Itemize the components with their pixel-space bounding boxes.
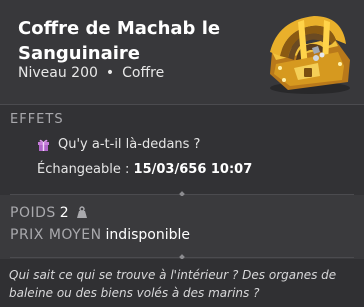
price-value: indisponible	[105, 227, 190, 243]
golden-chest-icon	[270, 16, 350, 94]
item-level: Niveau 200	[18, 65, 98, 81]
item-description: Qui sait ce qui se trouve à l'intérieur …	[9, 268, 337, 300]
weight-icon	[76, 206, 87, 218]
price-row: PRIX MOYEN indisponible	[10, 227, 190, 243]
effect-text: Qu'y a-t-il là-dedans ?	[58, 137, 201, 152]
weight-value: 2	[59, 205, 69, 221]
price-label: PRIX MOYEN	[10, 227, 102, 243]
effects-section: EFFETS Qu'y a-t-il là-dedans ? Échangeab…	[0, 105, 364, 197]
exchange-date: 15/03/656 10:07	[133, 162, 253, 177]
description-section: Qui sait ce qui se trouve à l'intérieur …	[0, 259, 364, 307]
weight-row: POIDS 2	[10, 205, 89, 221]
tooltip-header: Coffre de Machab le Sanguinaire Niveau 2…	[0, 0, 364, 105]
item-name: Coffre de Machab le Sanguinaire	[18, 18, 221, 64]
exchange-label: Échangeable :	[37, 162, 130, 177]
item-tooltip: Coffre de Machab le Sanguinaire Niveau 2…	[0, 0, 364, 307]
stats-section: POIDS 2 PRIX MOYEN indisponible	[0, 196, 364, 260]
gift-icon	[38, 139, 49, 151]
effect-line: Qu'y a-t-il là-dedans ?	[37, 137, 200, 152]
item-type: Coffre	[122, 65, 165, 81]
separator-dot: •	[105, 65, 115, 81]
item-subline: Niveau 200 • Coffre	[18, 65, 164, 81]
effects-title: EFFETS	[10, 112, 64, 127]
weight-label: POIDS	[10, 205, 56, 221]
exchange-line: Échangeable : 15/03/656 10:07	[37, 162, 252, 177]
